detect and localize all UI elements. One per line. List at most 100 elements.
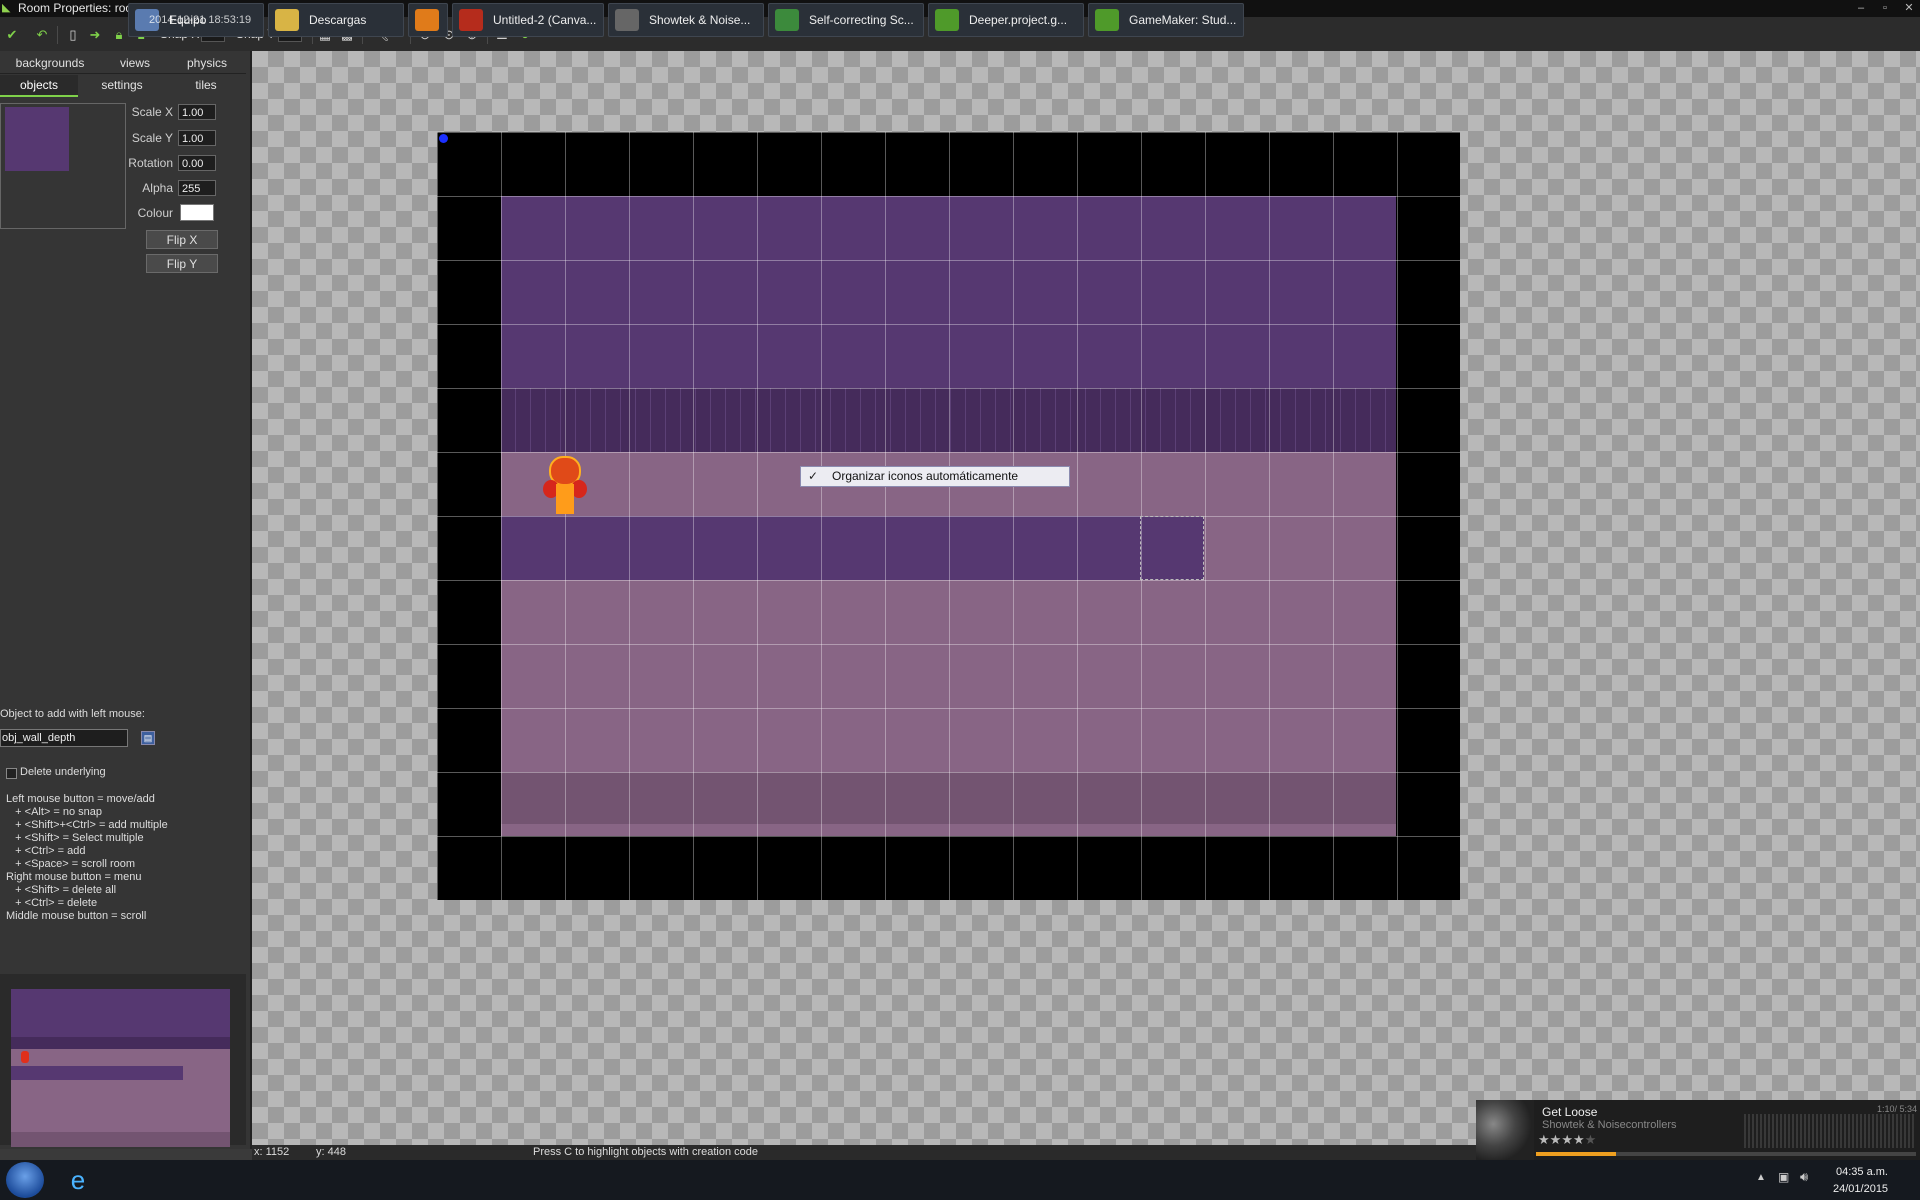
- tab-views[interactable]: views: [100, 53, 170, 73]
- player-instance[interactable]: [543, 454, 587, 516]
- lock-icon[interactable]: 🔒︎: [110, 26, 128, 44]
- track-progress-bar[interactable]: [1536, 1152, 1916, 1156]
- shift-icon[interactable]: ➜: [86, 26, 104, 44]
- volume-icon[interactable]: 🔊︎: [1800, 1169, 1808, 1185]
- help-line: + <Ctrl> = delete: [6, 897, 98, 909]
- object-browse-icon[interactable]: ▤: [141, 731, 155, 745]
- tab-tiles[interactable]: tiles: [180, 75, 232, 95]
- help-line: + <Alt> = no snap: [6, 806, 103, 818]
- selected-instance[interactable]: [1140, 516, 1204, 580]
- taskbar-item-label: Showtek & Noise...: [649, 13, 751, 27]
- rating-star[interactable]: ★: [1538, 1132, 1550, 1147]
- rating-star[interactable]: ★: [1561, 1132, 1573, 1147]
- scale-y-input[interactable]: 1.00: [178, 130, 216, 146]
- checkmark-icon: ✓: [807, 469, 819, 483]
- taskbar-item-label: Deeper.project.g...: [969, 13, 1068, 27]
- toolbar-separator: [57, 26, 58, 44]
- clock-time[interactable]: 04:35 a.m.: [1836, 1166, 1888, 1178]
- chrome-icon: [775, 9, 799, 31]
- taskbar-item[interactable]: Equipo 2014-12-21 18:53:19: [128, 3, 264, 37]
- flip-x-button[interactable]: Flip X: [146, 230, 218, 249]
- rating-star[interactable]: ★: [1550, 1132, 1562, 1147]
- taskbar: [0, 1160, 1920, 1200]
- album-art: [1476, 1100, 1534, 1160]
- tab-physics[interactable]: physics: [180, 53, 234, 73]
- audio-visualizer: [1744, 1114, 1914, 1148]
- minimize-button[interactable]: –: [1852, 1, 1870, 15]
- tab-settings[interactable]: settings: [90, 75, 154, 95]
- minimap-floor-edge: [11, 1132, 230, 1147]
- room-area[interactable]: [437, 132, 1460, 900]
- tab-backgrounds[interactable]: backgrounds: [10, 53, 90, 73]
- minimap-player: [21, 1051, 29, 1063]
- taskbar-item[interactable]: Self-correcting Sc...: [768, 3, 924, 37]
- music-icon: [615, 9, 639, 31]
- internet-explorer-icon[interactable]: e: [64, 1164, 92, 1196]
- object-to-add-input[interactable]: obj_wall_depth: [0, 729, 128, 747]
- undo-icon[interactable]: ↶: [33, 26, 51, 44]
- object-sprite-preview: [5, 107, 69, 171]
- network-icon[interactable]: ▣: [1778, 1170, 1789, 1184]
- tab-divider: [0, 73, 246, 74]
- flip-y-button[interactable]: Flip Y: [146, 254, 218, 273]
- status-hint: Press C to highlight objects with creati…: [533, 1146, 759, 1158]
- clear-room-icon[interactable]: ▯: [64, 26, 82, 44]
- rating-star[interactable]: ★: [1573, 1132, 1585, 1147]
- media-player-icon: [415, 9, 439, 31]
- taskbar-item[interactable]: Descargas: [268, 3, 404, 37]
- close-button[interactable]: ✕: [1900, 1, 1918, 15]
- clock-date[interactable]: 24/01/2015: [1833, 1183, 1888, 1195]
- start-button[interactable]: [6, 1162, 44, 1198]
- rotation-input[interactable]: 0.00: [178, 155, 216, 171]
- alpha-input[interactable]: 255: [178, 180, 216, 196]
- context-menu: ✓ Organizar iconos automáticamente: [800, 466, 1070, 487]
- tab-objects[interactable]: objects: [0, 75, 78, 97]
- taskbar-item-label: Untitled-2 (Canva...: [493, 13, 597, 27]
- object-to-add-label: Object to add with left mouse:: [0, 708, 145, 720]
- rating-stars: ★★★★★: [1538, 1132, 1596, 1147]
- help-line: Middle mouse button = scroll: [6, 910, 147, 922]
- gamemaker-icon: [1095, 9, 1119, 31]
- taskbar-item[interactable]: Deeper.project.g...: [928, 3, 1084, 37]
- flash-icon: [459, 9, 483, 31]
- room-minimap[interactable]: [11, 989, 230, 1147]
- track-time: 1:10/ 5:34: [1877, 1104, 1918, 1114]
- taskbar-item[interactable]: [408, 3, 448, 37]
- tray-arrow-icon[interactable]: ▲: [1756, 1172, 1766, 1183]
- help-line: + <Shift> = delete all: [6, 884, 117, 896]
- taskbar-item-label: Self-correcting Sc...: [809, 13, 914, 27]
- taskbar-item-overlay-text: 2014-12-21 18:53:19: [149, 14, 252, 26]
- help-line: + <Shift>+<Ctrl> = add multiple: [6, 819, 168, 831]
- help-line: + <Ctrl> = add: [6, 845, 86, 857]
- track-rating[interactable]: ★★★★★: [1538, 1132, 1596, 1148]
- taskbar-item-label: Descargas: [309, 13, 367, 27]
- rating-star[interactable]: ★: [1585, 1132, 1597, 1147]
- taskbar-item[interactable]: Untitled-2 (Canva...: [452, 3, 604, 37]
- ok-icon[interactable]: ✔: [3, 26, 21, 44]
- taskbar-item[interactable]: GameMaker: Stud...: [1088, 3, 1244, 37]
- colour-swatch[interactable]: [180, 204, 214, 221]
- scale-y-label: Scale Y: [131, 131, 173, 145]
- scale-x-label: Scale X: [131, 105, 173, 119]
- track-artist: Showtek & Noisecontrollers: [1542, 1119, 1677, 1131]
- track-progress-fill: [1536, 1152, 1616, 1156]
- menu-item-auto-arrange[interactable]: Organizar iconos automáticamente: [832, 467, 1018, 486]
- taskbar-item-label: GameMaker: Stud...: [1129, 13, 1237, 27]
- scale-x-input[interactable]: 1.00: [178, 104, 216, 120]
- colour-label: Colour: [137, 206, 173, 220]
- view-origin-marker: [439, 134, 448, 143]
- help-line: + <Shift> = Select multiple: [6, 832, 144, 844]
- taskbar-item[interactable]: Showtek & Noise...: [608, 3, 764, 37]
- gamemaker-logo-icon: ◣: [2, 2, 11, 14]
- help-line: + <Space> = scroll room: [6, 858, 136, 870]
- media-player-widget: Get Loose Showtek & Noisecontrollers 1:1…: [1476, 1100, 1920, 1160]
- maximize-button[interactable]: ▫: [1876, 1, 1894, 15]
- delete-underlying-checkbox[interactable]: [6, 768, 17, 779]
- status-y-coordinate: y: 448: [316, 1146, 346, 1158]
- gamemaker-icon: [935, 9, 959, 31]
- folder-icon: [275, 9, 299, 31]
- delete-underlying-label: Delete underlying: [20, 766, 106, 778]
- help-line: Left mouse button = move/add: [6, 793, 155, 805]
- room-minimap-panel: [0, 974, 246, 1147]
- alpha-label: Alpha: [142, 181, 173, 195]
